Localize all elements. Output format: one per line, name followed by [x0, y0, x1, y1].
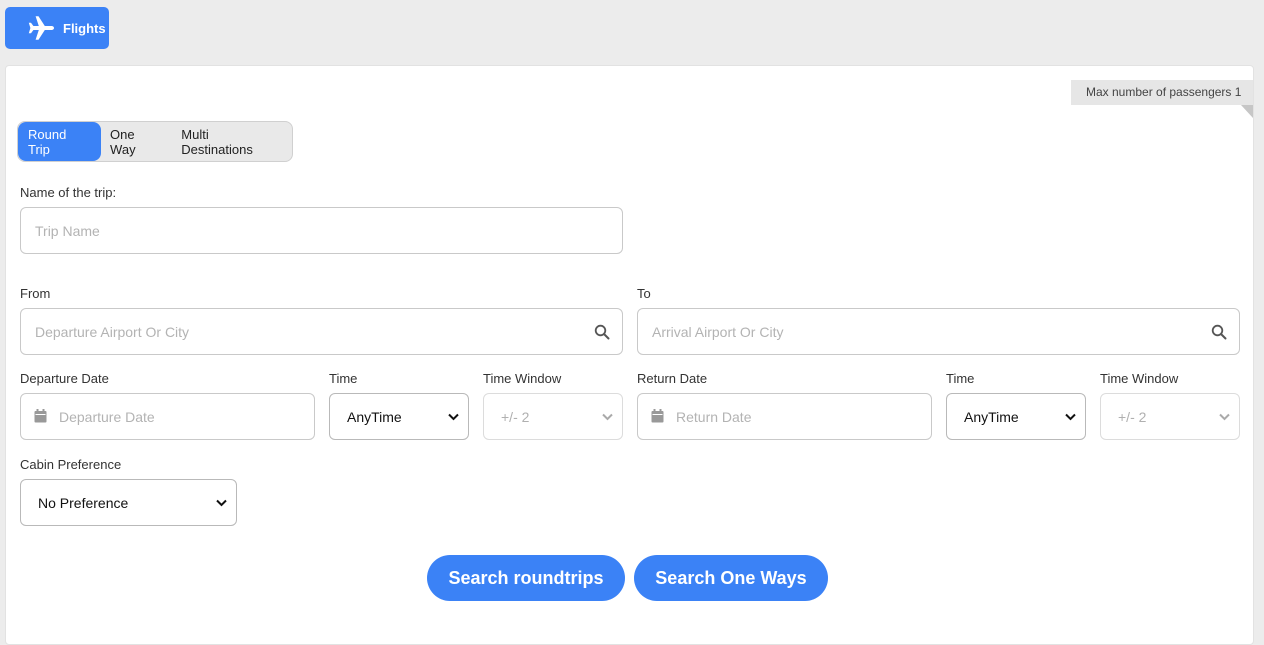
flights-tab[interactable]: Flights: [5, 7, 109, 49]
return-date-label: Return Date: [637, 371, 708, 386]
departure-time-value: AnyTime: [347, 408, 402, 425]
departure-date-input[interactable]: [21, 394, 314, 439]
trip-name-field: [20, 207, 623, 254]
departure-window-select[interactable]: +/- 2: [483, 393, 623, 440]
departure-window-value: +/- 2: [501, 408, 530, 425]
chevron-down-icon: [1219, 413, 1230, 421]
return-window-label: Time Window: [1100, 371, 1179, 386]
max-passengers-badge: Max number of passengers 1: [1071, 80, 1253, 118]
trip-name-input[interactable]: [21, 208, 622, 253]
chevron-down-icon: [602, 413, 613, 421]
cabin-preference-label: Cabin Preference: [20, 457, 122, 472]
plane-icon: [28, 16, 54, 40]
departure-time-select[interactable]: AnyTime: [329, 393, 469, 440]
search-icon[interactable]: [594, 324, 610, 340]
departure-time-label: Time: [329, 371, 358, 386]
departure-date-label: Departure Date: [20, 371, 109, 386]
return-date-input[interactable]: [638, 394, 931, 439]
trip-type-toggle: Round Trip One Way Multi Destinations: [17, 121, 293, 162]
return-time-value: AnyTime: [964, 408, 1019, 425]
from-input[interactable]: [21, 309, 622, 354]
chevron-down-icon: [216, 499, 227, 507]
trip-type-round-trip[interactable]: Round Trip: [18, 122, 102, 161]
departure-date-field: [20, 393, 315, 440]
chevron-down-icon: [1065, 413, 1076, 421]
search-one-ways-button[interactable]: Search One Ways: [634, 555, 828, 601]
calendar-icon: [651, 409, 664, 423]
cabin-preference-value: No Preference: [38, 494, 129, 511]
departure-window-label: Time Window: [483, 371, 562, 386]
trip-name-label: Name of the trip:: [20, 185, 117, 200]
from-field: [20, 308, 623, 355]
to-input[interactable]: [638, 309, 1239, 354]
from-label: From: [20, 286, 51, 301]
trip-type-multi-destinations[interactable]: Multi Destinations: [172, 122, 292, 161]
return-time-label: Time: [946, 371, 975, 386]
flights-tab-label: Flights: [63, 21, 106, 36]
trip-type-one-way[interactable]: One Way: [101, 122, 172, 161]
search-roundtrips-button[interactable]: Search roundtrips: [427, 555, 625, 601]
cabin-preference-select[interactable]: No Preference: [20, 479, 237, 526]
chevron-down-icon: [448, 413, 459, 421]
to-field: [637, 308, 1240, 355]
return-window-value: +/- 2: [1118, 408, 1147, 425]
search-form-card: Max number of passengers 1 Round Trip On…: [5, 65, 1254, 645]
calendar-icon: [34, 409, 47, 423]
return-window-select[interactable]: +/- 2: [1100, 393, 1240, 440]
return-date-field: [637, 393, 932, 440]
search-icon[interactable]: [1211, 324, 1227, 340]
to-label: To: [637, 286, 651, 301]
return-time-select[interactable]: AnyTime: [946, 393, 1086, 440]
